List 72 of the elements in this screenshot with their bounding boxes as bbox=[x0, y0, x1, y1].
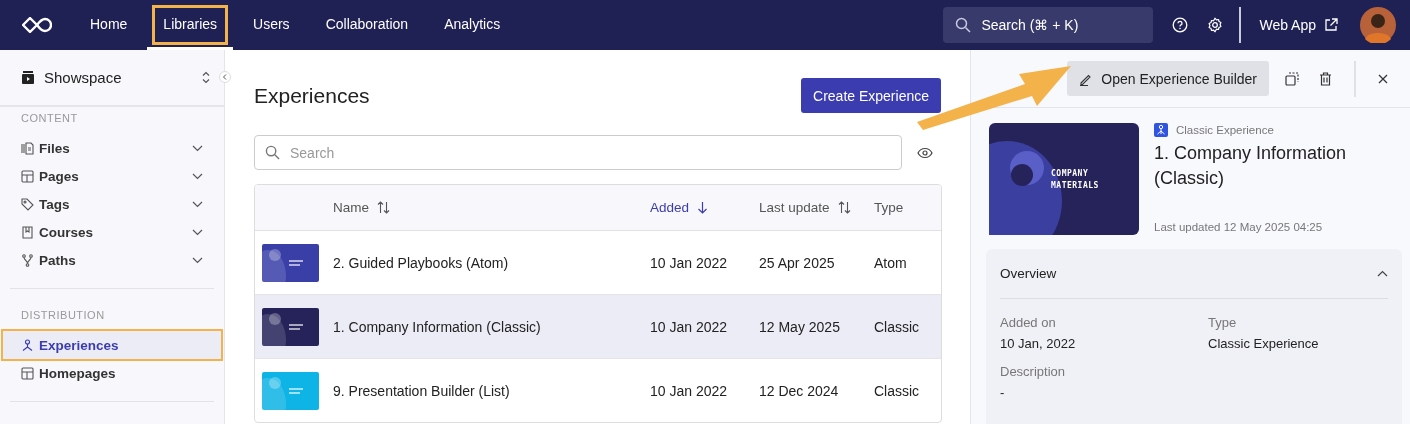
nav-tab[interactable]: Home bbox=[74, 0, 144, 50]
files-icon bbox=[21, 141, 34, 155]
overview-header[interactable]: Overview bbox=[1000, 249, 1388, 299]
page-title: Experiences bbox=[254, 83, 370, 108]
column-header[interactable]: Type bbox=[874, 185, 941, 230]
experience-title: 1. Company Information (Classic) bbox=[1154, 142, 1348, 190]
field-value: 10 Jan, 2022 bbox=[1000, 336, 1077, 351]
eye-icon[interactable] bbox=[917, 146, 933, 159]
search-field[interactable]: Search bbox=[254, 135, 902, 170]
nav-tab[interactable]: Collaboration bbox=[309, 0, 425, 50]
chevron-up-down-icon[interactable] bbox=[202, 71, 210, 84]
column-header[interactable]: Added bbox=[650, 185, 759, 230]
trash-icon[interactable] bbox=[1319, 71, 1332, 86]
web-app-link[interactable]: Web App bbox=[1259, 17, 1338, 33]
settings-icon[interactable] bbox=[1207, 17, 1224, 33]
network-icon bbox=[21, 338, 34, 352]
table-row[interactable]: 1. Company Information (Classic) 10 Jan 2022 12 May 2025 Classic bbox=[255, 295, 941, 359]
book-icon bbox=[21, 225, 34, 239]
sidebar-item[interactable]: Paths bbox=[3, 246, 221, 274]
experience-kind: Classic Experience bbox=[1176, 124, 1274, 136]
sidebar-item[interactable]: Experiences bbox=[3, 331, 221, 359]
nav-tab[interactable]: Analytics bbox=[428, 0, 517, 50]
search-icon bbox=[955, 17, 972, 33]
table-cell-text: Classic bbox=[874, 382, 921, 399]
section-heading: CONTENT bbox=[20, 111, 79, 126]
logo-icon[interactable] bbox=[22, 17, 52, 33]
duplicate-icon[interactable] bbox=[1285, 71, 1299, 86]
sidebar-item[interactable]: Files bbox=[3, 134, 221, 162]
field-label: Description bbox=[1000, 364, 1067, 379]
search-field[interactable]: Search (⌘ + K) bbox=[943, 7, 1154, 43]
create-experience-button[interactable]: Create Experience bbox=[801, 78, 941, 113]
sidebar-item[interactable]: Homepages bbox=[3, 359, 221, 387]
field-value: - bbox=[1000, 385, 1006, 400]
table-row[interactable]: 9. Presentation Builder (List) 10 Jan 2022 12 Dec 2024 Classic bbox=[255, 359, 941, 422]
table-cell-text: 2. Guided Playbooks (Atom) bbox=[333, 254, 510, 271]
layout-icon bbox=[21, 169, 34, 183]
search-icon bbox=[265, 145, 280, 160]
table-cell-text: 1. Company Information (Classic) bbox=[333, 318, 542, 335]
branch-icon bbox=[21, 253, 34, 267]
sidebar-item[interactable]: Courses bbox=[3, 218, 221, 246]
table-cell-text: 10 Jan 2022 bbox=[650, 254, 729, 271]
help-icon[interactable] bbox=[1172, 17, 1189, 33]
field-label: Added on bbox=[1000, 315, 1057, 330]
layout-icon bbox=[21, 366, 34, 380]
table-cell-text: 10 Jan 2022 bbox=[650, 318, 729, 335]
table-cell-text: Atom bbox=[874, 254, 908, 271]
column-header[interactable]: Last update bbox=[759, 185, 874, 230]
table-cell-text: 12 Dec 2024 bbox=[759, 382, 840, 399]
sidebar-item[interactable]: Tags bbox=[3, 190, 221, 218]
field-label: Type bbox=[1208, 315, 1238, 330]
external-link-icon bbox=[1324, 18, 1338, 32]
tag-icon bbox=[21, 197, 34, 211]
table-cell-text: Classic bbox=[874, 318, 921, 335]
chevron-up-icon bbox=[1377, 270, 1388, 277]
field-value: Classic Experience bbox=[1208, 336, 1320, 351]
table-cell-text: 12 May 2025 bbox=[759, 318, 841, 335]
network-icon bbox=[1154, 123, 1168, 137]
last-updated: Last updated 12 May 2025 04:25 bbox=[1154, 221, 1324, 235]
sidebar-item[interactable]: Pages bbox=[3, 162, 221, 190]
table-cell-text: 25 Apr 2025 bbox=[759, 254, 836, 271]
open-builder-button[interactable]: Open Experience Builder bbox=[1067, 61, 1269, 96]
nav-tab[interactable]: Libraries bbox=[147, 0, 234, 50]
workspace-icon bbox=[22, 71, 34, 84]
cover-title: COMPANY MATERIALS bbox=[1051, 168, 1100, 192]
table-cell-text: 10 Jan 2022 bbox=[650, 382, 729, 399]
section-heading: DISTRIBUTION bbox=[20, 308, 106, 323]
workspace-name[interactable]: Showspace bbox=[44, 69, 192, 86]
avatar[interactable] bbox=[1360, 7, 1396, 43]
column-header[interactable]: Name bbox=[333, 185, 650, 230]
close-icon[interactable] bbox=[1378, 73, 1388, 84]
table-cell-text: 9. Presentation Builder (List) bbox=[333, 382, 511, 399]
nav-tab[interactable]: Users bbox=[237, 0, 306, 50]
